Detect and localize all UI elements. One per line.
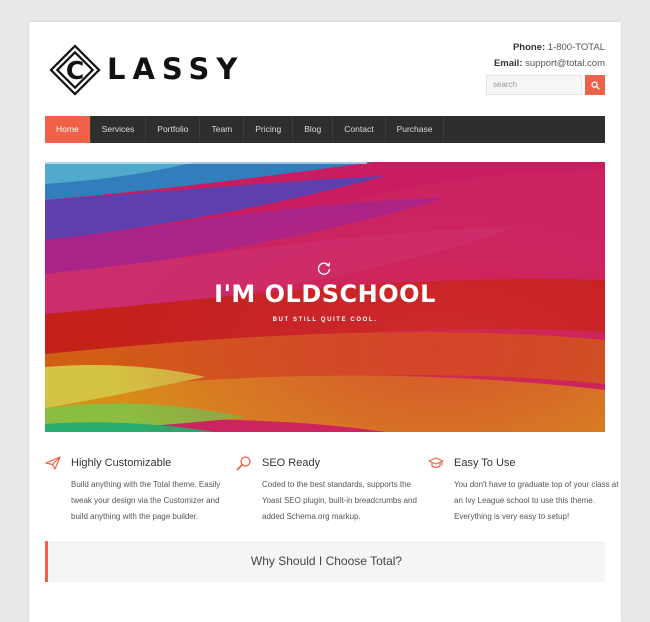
graduation-cap-icon	[428, 457, 444, 468]
nav-item-portfolio[interactable]: Portfolio	[146, 116, 201, 143]
hero-slider[interactable]: I'M OLDSCHOOL BUT STILL QUITE COOL.	[45, 162, 605, 432]
nav-item-purchase[interactable]: Purchase	[386, 116, 445, 143]
page-container: C LASSY Phone: 1-800-TOTAL Email: suppor…	[29, 22, 621, 622]
refresh-icon	[317, 262, 331, 275]
contact-email: Email: support@total.com	[494, 56, 605, 72]
feature-text: You don't have to graduate top of your c…	[454, 480, 619, 521]
main-nav: Home Services Portfolio Team Pricing Blo…	[45, 116, 605, 143]
feature-title: Highly Customizable	[71, 457, 172, 469]
nav-item-team[interactable]: Team	[200, 116, 245, 143]
feature-text: Coded to the best standards, supports th…	[262, 480, 417, 521]
callout-heading: Why Should I Choose Total?	[250, 554, 403, 568]
hero-subtitle: BUT STILL QUITE COOL.	[272, 317, 378, 323]
logo-diamond-icon: C	[49, 44, 101, 96]
feature-title: Easy To Use	[454, 457, 516, 469]
email-value[interactable]: support@total.com	[525, 58, 605, 69]
paper-plane-icon	[45, 456, 61, 470]
contact-phone: Phone: 1-800-TOTAL	[494, 40, 605, 56]
search-button[interactable]	[585, 75, 605, 95]
search-icon	[236, 456, 251, 471]
search-icon	[590, 80, 600, 90]
phone-label: Phone:	[512, 42, 546, 53]
logo-text: LASSY	[107, 52, 245, 86]
site-logo[interactable]: C LASSY	[45, 39, 245, 101]
callout-box: Why Should I Choose Total?	[45, 541, 605, 582]
phone-value: 1-800-TOTAL	[547, 42, 605, 53]
slider-progress-bar	[45, 162, 367, 164]
email-label: Email:	[493, 58, 523, 69]
hero-title: I'M OLDSCHOOL	[214, 280, 436, 308]
search-input[interactable]: search	[486, 75, 582, 95]
feature-text: Build anything with the Total theme. Eas…	[71, 480, 221, 521]
nav-item-services[interactable]: Services	[91, 116, 147, 143]
nav-item-contact[interactable]: Contact	[333, 116, 386, 143]
nav-item-blog[interactable]: Blog	[293, 116, 334, 143]
header-contact: Phone: 1-800-TOTAL Email: support@total.…	[494, 40, 605, 72]
feature-title: SEO Ready	[262, 457, 321, 469]
nav-item-pricing[interactable]: Pricing	[244, 116, 294, 143]
header-search: search	[486, 75, 605, 95]
nav-item-home[interactable]: Home	[45, 116, 91, 143]
svg-text:C: C	[66, 56, 84, 85]
